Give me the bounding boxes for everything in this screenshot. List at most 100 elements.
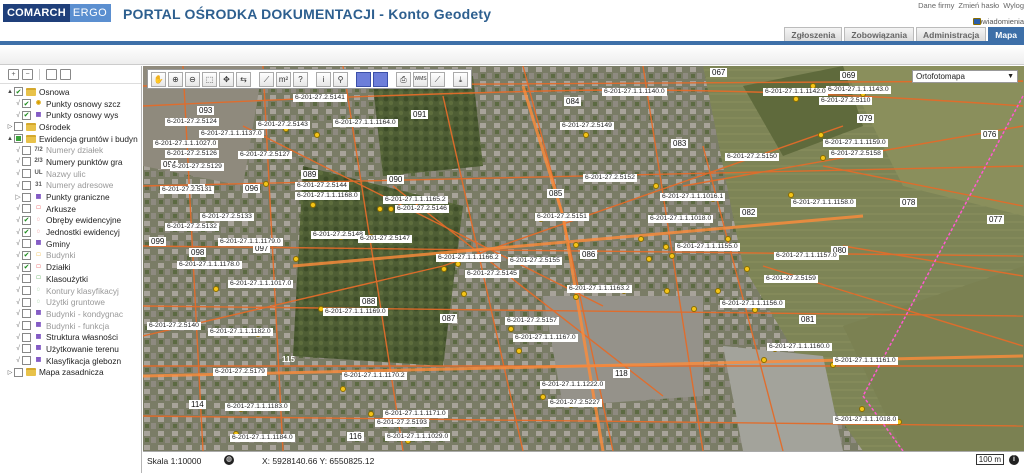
legend-icon[interactable] (46, 69, 57, 80)
control-point-marker[interactable] (388, 206, 394, 212)
control-point-marker[interactable] (653, 183, 659, 189)
layer-item[interactable]: √ ✔ ◌ Jednostki ewidencyj (0, 226, 141, 238)
layer-style-icon[interactable]: √ (14, 264, 22, 271)
control-point-marker[interactable] (573, 242, 579, 248)
layer-item[interactable]: √ UL Nazwy ulic (0, 168, 141, 180)
layer-style-icon[interactable]: √ (14, 147, 22, 154)
layer-item[interactable]: ▲ ✔ Osnowa (0, 86, 141, 98)
layer-checkbox[interactable] (22, 239, 31, 249)
measure-area-icon[interactable]: m² (276, 71, 291, 87)
layer-item[interactable]: √ ✔ □ Budynki (0, 250, 141, 262)
layer-item[interactable]: √ ✔ ◌ Obręby ewidencyjne (0, 215, 141, 227)
control-point-marker[interactable] (793, 96, 799, 102)
profile-icon[interactable]: ⟋ (430, 71, 445, 87)
layer-style-icon[interactable]: √ (14, 322, 22, 329)
search-point-icon[interactable]: ⚲ (333, 71, 348, 87)
control-point-marker[interactable] (744, 266, 750, 272)
control-point-marker[interactable] (441, 266, 447, 272)
layer-item[interactable]: √ 7/2 Numery działek (0, 144, 141, 156)
layer-style-icon[interactable]: √ (14, 170, 22, 177)
layer-item[interactable]: √ ▦ Użytkowanie terenu (0, 343, 141, 355)
layer-style-icon[interactable]: √ (14, 182, 22, 189)
control-point-marker[interactable] (725, 236, 731, 242)
expand-toggle-icon[interactable]: ▷ (6, 123, 14, 130)
layer-item[interactable]: ▷ Mapa zasadnicza (0, 367, 141, 379)
layer-item[interactable]: √ ▦ Budynki - funkcja (0, 320, 141, 332)
control-point-marker[interactable] (573, 294, 579, 300)
control-point-marker[interactable] (314, 132, 320, 138)
layer-style-icon[interactable]: ▷ (14, 193, 22, 201)
control-point-marker[interactable] (818, 132, 824, 138)
layer-item[interactable]: √ ▦ Klasyfikacja glebozn (0, 355, 141, 367)
layer-checkbox[interactable] (22, 274, 31, 284)
company-data-link[interactable]: Dane firmy (918, 1, 954, 10)
layer-checkbox[interactable] (22, 145, 31, 155)
control-point-marker[interactable] (715, 288, 721, 294)
control-point-marker[interactable] (664, 288, 670, 294)
layer-item[interactable]: √ ✔ □ Działki (0, 261, 141, 273)
layer-style-icon[interactable]: √ (14, 158, 22, 165)
layer-checkbox[interactable] (14, 367, 23, 377)
tab-zobowiazania[interactable]: Zobowiązania (844, 27, 915, 41)
layer-checkbox[interactable] (22, 192, 31, 202)
notifications[interactable]: Powiadomienia (973, 17, 1024, 26)
layer-style-icon[interactable]: √ (14, 299, 22, 306)
tab-zgloszenia[interactable]: Zgłoszenia (784, 27, 843, 41)
layer-style-icon[interactable]: √ (14, 229, 22, 236)
layer-checkbox[interactable]: ✔ (14, 87, 23, 97)
layer-item[interactable]: √ ▦ Budynki - kondygnac (0, 308, 141, 320)
wms-icon[interactable]: WMS (413, 71, 428, 87)
info-icon[interactable]: i (316, 71, 331, 87)
layer-item[interactable]: √ □ Arkusze (0, 203, 141, 215)
logout-link[interactable]: Wylog (1003, 1, 1024, 10)
pan-tool-icon[interactable]: ✋ (151, 71, 166, 87)
select-rect-icon[interactable] (356, 71, 371, 87)
control-point-marker[interactable] (646, 256, 652, 262)
control-point-marker[interactable] (583, 132, 589, 138)
layer-checkbox[interactable] (22, 309, 31, 319)
layer-item[interactable]: √ ✔ ◉ Punkty osnowy szcz (0, 98, 141, 110)
tab-administracja[interactable]: Administracja (916, 27, 987, 41)
layer-checkbox[interactable] (22, 169, 31, 179)
layer-style-icon[interactable]: √ (14, 240, 22, 247)
layer-style-icon[interactable]: √ (14, 275, 22, 282)
layer-style-icon[interactable]: √ (14, 310, 22, 317)
control-point-marker[interactable] (820, 155, 826, 161)
zoom-in-icon[interactable]: ⊕ (168, 71, 183, 87)
query-icon[interactable]: ? (293, 71, 308, 87)
layer-checkbox[interactable] (14, 134, 23, 144)
comarch-ergo-logo[interactable]: COMARCH ERGO (3, 4, 112, 22)
select-poly-icon[interactable] (373, 71, 388, 87)
layer-checkbox[interactable]: ✔ (22, 99, 31, 109)
control-point-marker[interactable] (761, 357, 767, 363)
expand-toggle-icon[interactable]: ▲ (6, 89, 14, 95)
control-point-marker[interactable] (516, 348, 522, 354)
layer-item[interactable]: √ ▦ Gminy (0, 238, 141, 250)
control-point-marker[interactable] (663, 244, 669, 250)
layer-style-icon[interactable]: √ (14, 357, 22, 364)
control-point-marker[interactable] (691, 306, 697, 312)
control-point-marker[interactable] (213, 286, 219, 292)
layer-checkbox[interactable] (22, 332, 31, 342)
control-point-marker[interactable] (461, 291, 467, 297)
control-point-marker[interactable] (669, 253, 675, 259)
layer-checkbox[interactable] (22, 204, 31, 214)
control-point-marker[interactable] (788, 192, 794, 198)
info-circle-icon[interactable]: i (1009, 455, 1019, 465)
layer-style-icon[interactable]: √ (14, 205, 22, 212)
control-point-marker[interactable] (263, 181, 269, 187)
expand-all-icon[interactable]: + (8, 69, 19, 80)
control-point-marker[interactable] (377, 206, 383, 212)
zoom-previous-icon[interactable]: ⇆ (236, 71, 251, 87)
layer-checkbox[interactable] (22, 157, 31, 167)
layer-checkbox[interactable]: ✔ (22, 110, 31, 120)
zoom-out-icon[interactable]: ⊖ (185, 71, 200, 87)
layer-style-icon[interactable]: √ (14, 217, 22, 224)
layer-item[interactable]: ▲ Ewidencja gruntów i budyn (0, 133, 141, 145)
layer-item[interactable]: √ ▦ Struktura własności (0, 331, 141, 343)
layer-item[interactable]: ▷ ▦ Punkty graniczne (0, 191, 141, 203)
layer-item[interactable]: √ ◌ Kontury klasyfikacyj (0, 285, 141, 297)
layer-checkbox[interactable] (22, 344, 31, 354)
full-extent-icon[interactable]: ✥ (219, 71, 234, 87)
tab-mapa[interactable]: Mapa (988, 27, 1024, 41)
